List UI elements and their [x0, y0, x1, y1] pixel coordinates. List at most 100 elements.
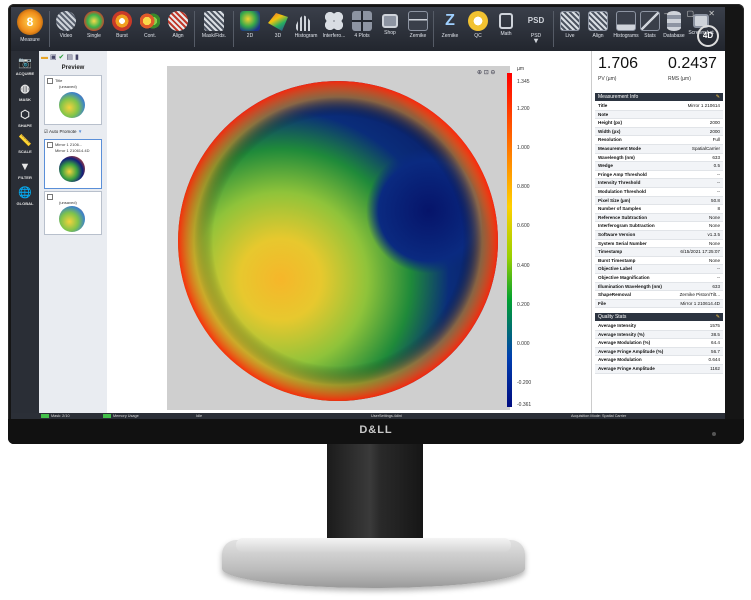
colorbar-tick: 0.400 — [517, 263, 530, 269]
info-row: Timestamp 6/15/2021 17:25:07 — [595, 248, 723, 257]
surface-map-area[interactable] — [167, 66, 510, 410]
info-row: Wedge 0.5 — [595, 162, 723, 171]
math-button[interactable]: Math — [493, 9, 519, 51]
qc-button[interactable]: QC — [465, 9, 491, 51]
video-icon — [56, 11, 76, 31]
card-thumbnail — [59, 92, 85, 118]
delete-icon[interactable]: ▮ — [75, 54, 79, 61]
nav-global[interactable]: 🌐 GLOBAL — [11, 187, 39, 206]
info-row: Number of Samples 8 — [595, 205, 723, 214]
nav-acquire[interactable]: 📷 ACQUIRE — [11, 57, 39, 76]
zoom-out-icon[interactable]: ⊖ — [490, 70, 495, 76]
info-key: Illumination Wavelength (nm) — [598, 283, 662, 289]
info-row: Title Mirror 1 210614 — [595, 102, 723, 111]
toolbar-divider — [553, 11, 554, 47]
section-title: Quality Stats — [598, 314, 627, 320]
card-subtitle: (unsaved) — [59, 200, 77, 205]
copy-icon[interactable]: ▤ — [66, 54, 73, 61]
psd-button[interactable]: PSD ▾ PSD — [521, 9, 551, 51]
edit-icon[interactable]: ✎ — [716, 93, 720, 101]
colorbar-tick: 1.345 — [517, 79, 530, 85]
info-key: Average Intensity — [598, 323, 637, 328]
preview-title: Preview — [61, 65, 85, 71]
info-value: Full — [712, 137, 720, 143]
window-controls[interactable]: — ▢ ✕ — [664, 9, 721, 18]
align-button[interactable]: Align — [165, 9, 191, 51]
map-3d-button[interactable]: 3D — [265, 9, 291, 51]
card-checkbox[interactable] — [47, 78, 53, 84]
info-row: Objective Magnification -- — [595, 274, 723, 283]
auto-promote-toggle[interactable]: ☑ Auto Promote ▼ — [44, 129, 82, 135]
card-checkbox[interactable] — [47, 142, 53, 148]
nav-label: MASK — [19, 97, 31, 102]
map-2d-button[interactable]: 2D — [237, 9, 263, 51]
measure-button[interactable]: 8 Measure — [15, 9, 45, 51]
preview-card-selected[interactable]: Mirror 1 2106... Mirror 1 210614.4D — [44, 139, 102, 189]
mask-status: Mask: 2/10 — [41, 413, 70, 419]
rms-label: RMS (µm) — [668, 76, 691, 82]
zoom-in-icon[interactable]: ⊕ — [477, 70, 482, 76]
zoom-fit-icon[interactable]: ⊡ — [484, 70, 489, 76]
check-icon[interactable]: ✔ — [59, 54, 65, 61]
interferogram-button[interactable]: Interfero... — [321, 9, 347, 51]
four-plots-label: 4 Plots — [354, 33, 370, 39]
zernike-button[interactable]: Z Zernike — [437, 9, 463, 51]
burst-button[interactable]: Burst — [109, 9, 135, 51]
preview-card[interactable]: Title (unsaved) — [44, 75, 102, 125]
info-key: Burst Timestamp — [598, 257, 636, 263]
card-checkbox[interactable] — [47, 194, 53, 200]
left-nav: 📷 ACQUIRE ◍ MASK ⬡ SHAPE 📏 SCALE ▼ FILTER 🌐 GL… — [11, 51, 39, 417]
nav-scale[interactable]: 📏 SCALE — [11, 135, 39, 154]
save-icon[interactable]: ▣ — [50, 54, 57, 61]
shape-icon: ⬡ — [20, 109, 30, 121]
live-button[interactable]: Live — [557, 9, 583, 51]
zernike-plot-button[interactable]: Zernike — [405, 9, 431, 51]
info-value: Zernike Piston/Tilt... — [679, 292, 720, 298]
quality-stats-header[interactable]: Quality Stats ✎ — [595, 313, 723, 321]
info-value: -- — [716, 171, 720, 177]
open-folder-icon[interactable]: ▬ — [41, 54, 48, 61]
measurement-info-header[interactable]: Measurement Info ✎ — [595, 93, 723, 101]
info-value: 64.4 — [711, 340, 720, 346]
math-icon — [499, 13, 513, 29]
info-key: Intensity Threshold — [598, 180, 641, 186]
info-row: Burst Timestamp None — [595, 257, 723, 266]
align-live-button[interactable]: Align — [585, 9, 611, 51]
zernike-label: Zernike — [441, 33, 459, 39]
info-value: 633 — [712, 154, 720, 160]
nav-mask[interactable]: ◍ MASK — [11, 83, 39, 102]
live-icon — [560, 11, 580, 31]
zoom-controls[interactable]: ⊕ ⊡ ⊖ — [477, 69, 495, 76]
info-key: Number of Samples — [598, 206, 642, 212]
histograms-button[interactable]: Histograms — [613, 9, 639, 51]
mask-fiducials-button[interactable]: Mask/Fids. — [197, 9, 231, 51]
info-value: 2000 — [709, 128, 720, 134]
math-label: Math — [500, 31, 512, 37]
pv-label: PV (µm) — [598, 76, 617, 82]
live-label: Live — [565, 33, 575, 39]
mask-status-text: Mask: 2/10 — [51, 414, 70, 418]
nav-label: FILTER — [18, 175, 32, 180]
info-value: None — [709, 240, 720, 246]
info-value: -- — [716, 266, 720, 272]
histogram-button[interactable]: Histogram — [293, 9, 319, 51]
stats-button[interactable]: Stats — [639, 9, 661, 51]
edit-icon[interactable]: ✎ — [716, 313, 720, 321]
preview-card[interactable]: (unsaved) — [44, 191, 102, 235]
continuous-icon — [140, 11, 160, 31]
power-led — [712, 432, 716, 436]
info-row: Width (px) 2000 — [595, 127, 723, 137]
nav-shape[interactable]: ⬡ SHAPE — [11, 109, 39, 128]
shop-button[interactable]: Shop — [377, 9, 403, 51]
card-subtitle: Mirror 1 210614.4D — [55, 148, 90, 153]
nav-filter[interactable]: ▼ FILTER — [11, 161, 39, 180]
nav-label: GLOBAL — [16, 201, 34, 206]
video-button[interactable]: Video — [53, 9, 79, 51]
info-row: Resolution Full — [595, 136, 723, 145]
single-button[interactable]: Single — [81, 9, 107, 51]
info-key: File — [598, 300, 606, 306]
four-plots-button[interactable]: 4 Plots — [349, 9, 375, 51]
histograms-icon — [616, 11, 636, 31]
continuous-button[interactable]: Cont. — [137, 9, 163, 51]
info-row: Interferogram Subtraction None — [595, 222, 723, 231]
